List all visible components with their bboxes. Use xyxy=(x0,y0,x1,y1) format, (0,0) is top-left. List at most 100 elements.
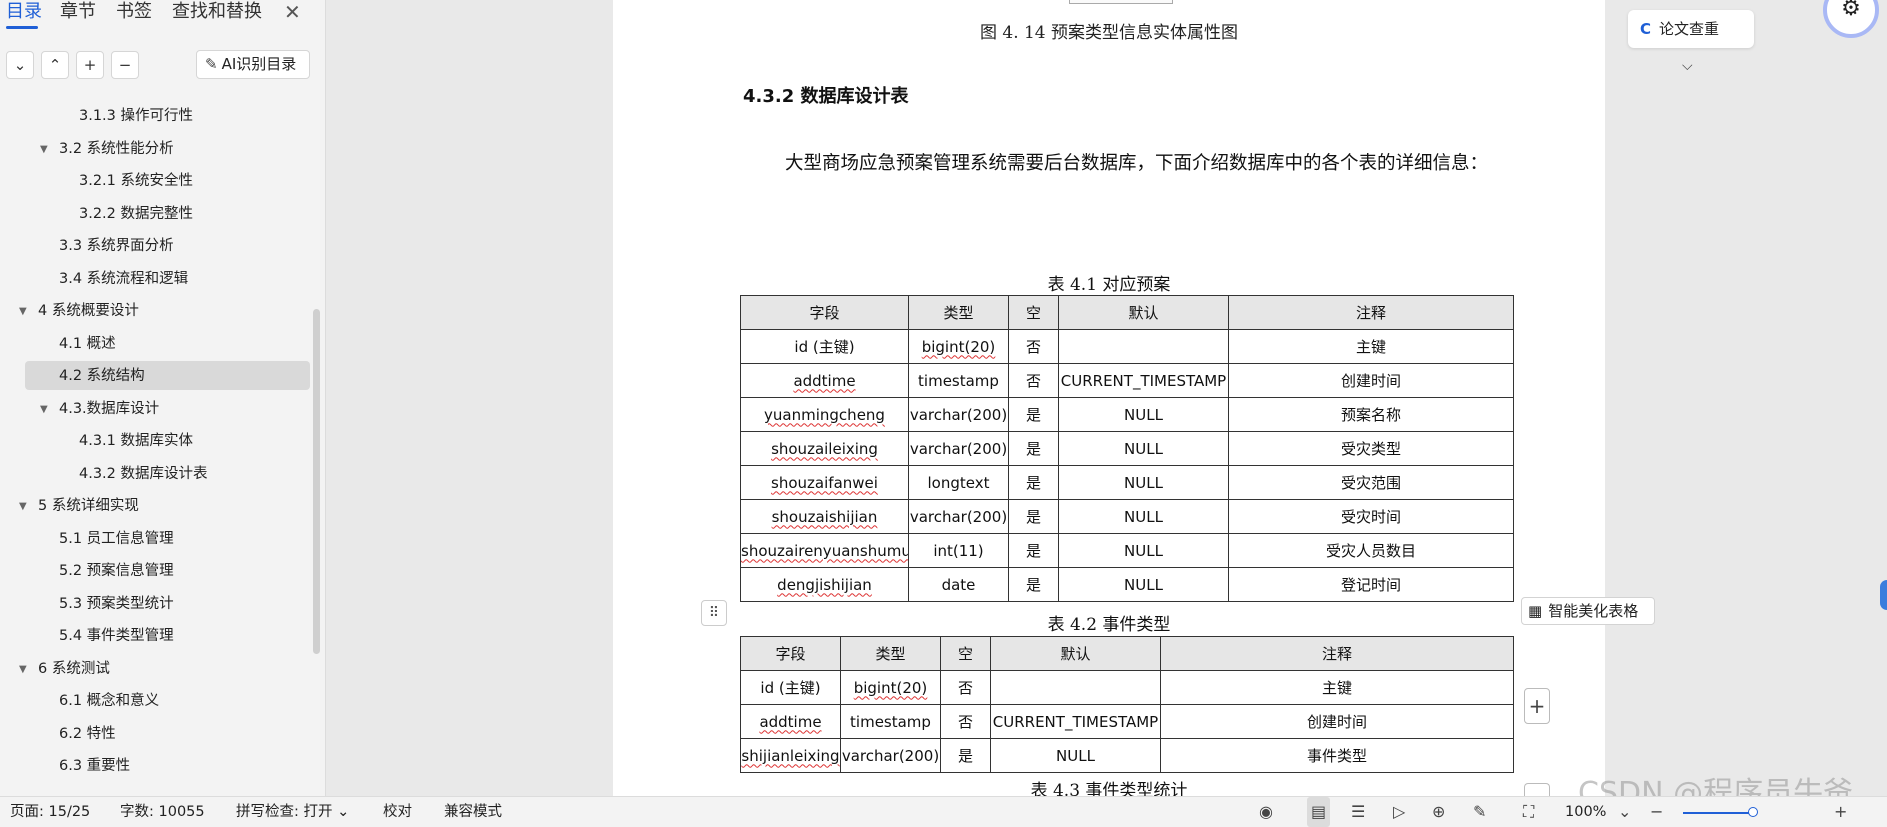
table-cell[interactable]: varchar(200) xyxy=(908,431,1009,466)
table-cell[interactable]: NULL xyxy=(1058,499,1229,534)
zoom-level[interactable]: 100% xyxy=(1565,797,1606,827)
table-cell[interactable]: 否 xyxy=(1008,329,1059,364)
toc-item[interactable]: 5.2 预案信息管理 xyxy=(59,558,174,585)
table-cell[interactable]: 事件类型 xyxy=(1160,738,1514,773)
chevron-down-icon[interactable]: ⌵ xyxy=(1682,58,1693,74)
table-cell[interactable]: addtime xyxy=(740,704,841,739)
toc-item[interactable]: 5.3 预案类型统计 xyxy=(59,591,174,618)
toc-item[interactable]: 4.3.1 数据库实体 xyxy=(79,428,193,455)
expand-all-button[interactable]: ⌃ xyxy=(41,51,69,79)
table-cell[interactable]: varchar(200) xyxy=(840,738,941,773)
toc-item[interactable]: 6.1 概念和意义 xyxy=(59,688,159,715)
table-cell[interactable]: 是 xyxy=(1008,465,1059,500)
page-indicator[interactable]: 页面: 15/25 xyxy=(10,797,90,827)
toc-item[interactable]: 3.1.3 操作可行性 xyxy=(79,103,193,130)
table-cell[interactable] xyxy=(1058,329,1229,364)
toc-item[interactable]: 4.3.2 数据库设计表 xyxy=(79,461,208,488)
fit-page-icon[interactable]: ⛶ xyxy=(1523,797,1534,827)
table-cell[interactable]: varchar(200) xyxy=(908,397,1009,432)
table-cell[interactable]: NULL xyxy=(1058,567,1229,602)
close-panel-icon[interactable]: ✕ xyxy=(284,0,301,24)
table-cell[interactable]: 登记时间 xyxy=(1228,567,1514,602)
table-cell[interactable]: NULL xyxy=(1058,465,1229,500)
table-cell[interactable]: 是 xyxy=(1008,431,1059,466)
table-cell[interactable]: 是 xyxy=(940,738,991,773)
table-cell[interactable]: 否 xyxy=(1008,363,1059,398)
table-cell[interactable]: shouzairenyuanshumu xyxy=(740,533,909,568)
table-cell[interactable]: 受灾范围 xyxy=(1228,465,1514,500)
table-cell[interactable]: 预案名称 xyxy=(1228,397,1514,432)
table-cell[interactable]: 受灾类型 xyxy=(1228,431,1514,466)
page-view-icon[interactable]: ▤ xyxy=(1307,797,1331,827)
assistant-logo-icon[interactable]: ⚙ xyxy=(1823,0,1879,38)
tab-find-replace[interactable]: 查找和替换 xyxy=(172,0,262,24)
toc-item[interactable]: 5 系统详细实现 xyxy=(38,493,139,520)
table-cell[interactable]: 是 xyxy=(1008,567,1059,602)
table-tool-button[interactable] xyxy=(1524,783,1550,797)
table-cell[interactable]: 否 xyxy=(940,670,991,705)
toc-item[interactable]: 5.1 员工信息管理 xyxy=(59,526,174,553)
table-cell[interactable]: shouzaifanwei xyxy=(740,465,909,500)
toc-item[interactable]: 4.2 系统结构 xyxy=(59,363,145,390)
ai-recognize-toc-button[interactable]: ✎ AI识别目录 xyxy=(196,50,310,79)
toc-item[interactable]: 3.4 系统流程和逻辑 xyxy=(59,266,188,293)
table-cell[interactable]: shijianleixing xyxy=(740,738,841,773)
table-cell[interactable]: 是 xyxy=(1008,499,1059,534)
zoom-in-button[interactable]: + xyxy=(1834,797,1847,827)
table-cell[interactable]: CURRENT_TIMESTAMP xyxy=(990,704,1161,739)
toc-item[interactable]: 6 系统测试 xyxy=(38,656,110,683)
table-cell[interactable]: id (主键) xyxy=(740,670,841,705)
toc-item[interactable]: 4 系统概要设计 xyxy=(38,298,139,325)
table-cell[interactable]: yuanmingcheng xyxy=(740,397,909,432)
table-cell[interactable]: id (主键) xyxy=(740,329,909,364)
table-cell[interactable]: CURRENT_TIMESTAMP xyxy=(1058,363,1229,398)
play-icon[interactable]: ▷ xyxy=(1393,797,1405,827)
table-cell[interactable]: 受灾时间 xyxy=(1228,499,1514,534)
outline-view-icon[interactable]: ☰ xyxy=(1351,797,1365,827)
toc-scrollbar[interactable] xyxy=(313,309,320,654)
proofread-button[interactable]: 校对 xyxy=(383,797,412,827)
table-cell[interactable]: bigint(20) xyxy=(840,670,941,705)
add-row-button[interactable]: + xyxy=(1524,688,1550,724)
eye-icon[interactable]: ◉ xyxy=(1259,797,1273,827)
zoom-slider-track[interactable] xyxy=(1683,812,1753,814)
expand-arrow-icon[interactable]: ▼ xyxy=(19,501,27,512)
expand-arrow-icon[interactable]: ▼ xyxy=(40,404,48,415)
expand-arrow-icon[interactable]: ▼ xyxy=(19,664,27,675)
add-heading-button[interactable]: + xyxy=(76,51,104,79)
toc-item[interactable]: 4.3.数据库设计 xyxy=(59,396,159,423)
zoom-out-button[interactable]: − xyxy=(1650,797,1663,827)
table-cell[interactable]: NULL xyxy=(1058,397,1229,432)
table-cell[interactable]: 受灾人员数目 xyxy=(1228,533,1514,568)
expand-arrow-icon[interactable]: ▼ xyxy=(19,306,27,317)
tab-toc[interactable]: 目录 xyxy=(6,0,42,24)
pen-icon[interactable]: ✎ xyxy=(1473,797,1486,827)
toc-item[interactable]: 3.3 系统界面分析 xyxy=(59,233,174,260)
table-cell[interactable]: 主键 xyxy=(1228,329,1514,364)
table-cell[interactable]: int(11) xyxy=(908,533,1009,568)
table-cell[interactable]: 是 xyxy=(1008,533,1059,568)
side-assistant-handle[interactable] xyxy=(1880,580,1887,610)
table-cell[interactable]: timestamp xyxy=(840,704,941,739)
toc-item[interactable]: 6.3 重要性 xyxy=(59,753,130,780)
tab-bookmarks[interactable]: 书签 xyxy=(116,0,152,24)
table-cell[interactable]: shouzaishijian xyxy=(740,499,909,534)
table-cell[interactable]: NULL xyxy=(1058,533,1229,568)
table-cell[interactable]: 否 xyxy=(940,704,991,739)
table-cell[interactable]: bigint(20) xyxy=(908,329,1009,364)
toc-item[interactable]: 5.4 事件类型管理 xyxy=(59,623,174,650)
expand-arrow-icon[interactable]: ▼ xyxy=(40,144,48,155)
tab-chapters[interactable]: 章节 xyxy=(60,0,96,24)
toc-item[interactable]: 3.2.1 系统安全性 xyxy=(79,168,193,195)
table-drag-handle[interactable]: ⠿ xyxy=(701,600,727,626)
table-cell[interactable]: timestamp xyxy=(908,363,1009,398)
table-cell[interactable]: 主键 xyxy=(1160,670,1514,705)
table-cell[interactable]: NULL xyxy=(990,738,1161,773)
zoom-slider-thumb[interactable] xyxy=(1748,807,1758,817)
collapse-all-button[interactable]: ⌄ xyxy=(6,51,34,79)
zoom-dropdown-icon[interactable]: ⌄ xyxy=(1618,797,1631,827)
word-count[interactable]: 字数: 10055 xyxy=(120,797,205,827)
toc-item[interactable]: 4.1 概述 xyxy=(59,331,116,358)
table-cell[interactable]: 创建时间 xyxy=(1228,363,1514,398)
table-cell[interactable]: addtime xyxy=(740,363,909,398)
